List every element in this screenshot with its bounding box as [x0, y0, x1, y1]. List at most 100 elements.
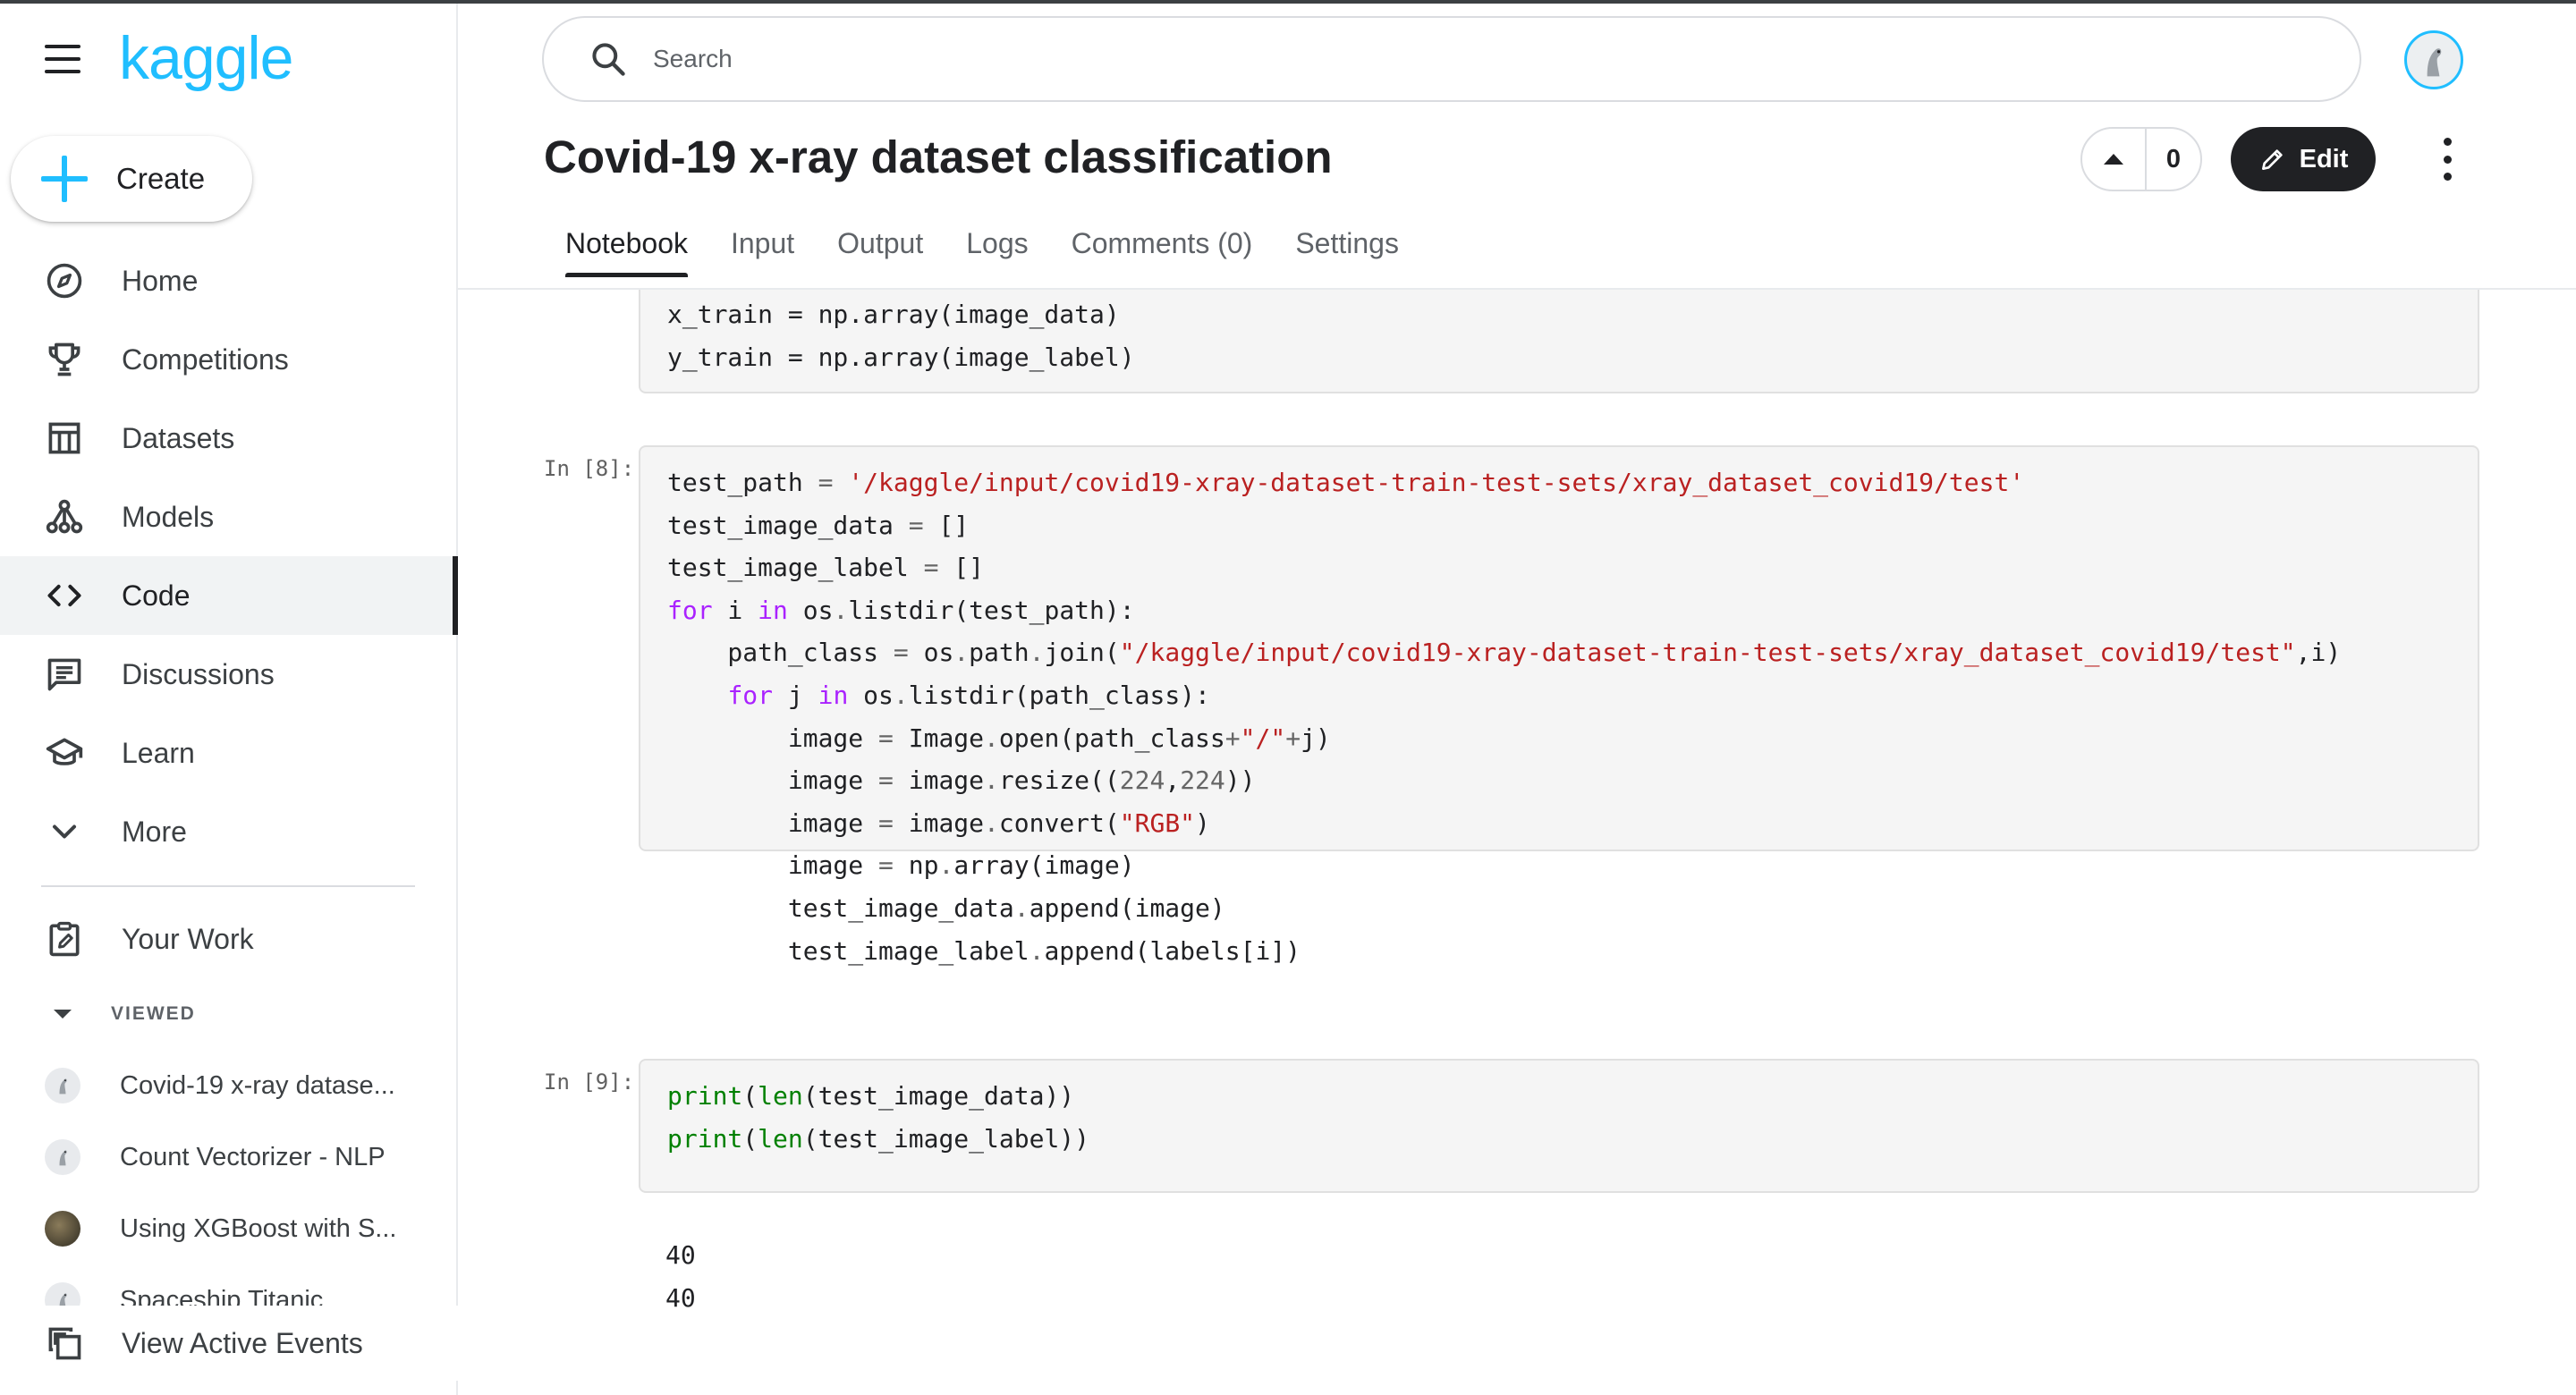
- code-line: test_image_data = []: [667, 510, 970, 540]
- sidebar-item-label: Learn: [122, 736, 195, 769]
- chevron-down-icon: [45, 812, 84, 851]
- cell-output: 40 40: [665, 1234, 696, 1320]
- upvote-button[interactable]: [2082, 129, 2147, 190]
- code-line: y_train = np.array(image_label): [667, 342, 1135, 372]
- more-options-icon[interactable]: [2429, 138, 2465, 181]
- sidebar-item-label: Home: [122, 264, 199, 297]
- code-block: test_path = '/kaggle/input/covid19-xray-…: [667, 461, 2478, 972]
- sidebar: kaggle Create Home Competitions Datasets…: [0, 0, 458, 1395]
- trophy-icon: [45, 340, 84, 379]
- menu-icon[interactable]: [45, 45, 80, 73]
- goose-avatar-icon: [45, 1068, 80, 1103]
- code-cell[interactable]: x_train = np.array(image_data) y_train =…: [639, 290, 2479, 393]
- sidebar-item-label: Discussions: [122, 657, 275, 690]
- recent-item-label: Spaceship Titanic: [120, 1285, 324, 1306]
- view-active-events[interactable]: View Active Events: [0, 1306, 458, 1381]
- goose-avatar-icon: [45, 1139, 80, 1175]
- upvote-widget: 0: [2080, 127, 2202, 191]
- code-line: test_image_label.append(labels[i]): [667, 935, 1301, 966]
- recent-item-label: Covid-19 x-ray datase...: [120, 1070, 395, 1100]
- tab-logs[interactable]: Logs: [945, 211, 1049, 275]
- notebook-thumbnail-icon: [45, 1211, 80, 1247]
- edit-label: Edit: [2299, 144, 2349, 173]
- sidebar-item-label: More: [122, 815, 187, 848]
- tab-notebook[interactable]: Notebook: [544, 211, 709, 277]
- recent-item[interactable]: Covid-19 x-ray datase...: [0, 1050, 458, 1121]
- code-line: print(len(test_image_label)): [667, 1123, 1090, 1154]
- sidebar-divider: [41, 885, 415, 887]
- page-title: Covid-19 x-ray dataset classification: [544, 131, 1333, 182]
- code-line: test_path = '/kaggle/input/covid19-xray-…: [667, 468, 2025, 497]
- table-icon: [45, 418, 84, 458]
- cell-prompt: In [8]:: [544, 456, 635, 481]
- recent-item-label: Count Vectorizer - NLP: [120, 1142, 386, 1171]
- code-line: test_image_label = []: [667, 553, 985, 583]
- clipboard-edit-icon: [45, 919, 84, 959]
- code-cell[interactable]: print(len(test_image_data)) print(len(te…: [639, 1059, 2479, 1193]
- sidebar-item-models[interactable]: Models: [0, 478, 458, 556]
- graduation-cap-icon: [45, 733, 84, 773]
- sidebar-your-work: Your Work: [0, 900, 458, 978]
- code-line: path_class = os.path.join("/kaggle/input…: [667, 638, 2342, 668]
- models-icon: [45, 497, 84, 537]
- cell-prompt: In [9]:: [544, 1070, 635, 1095]
- sidebar-item-more[interactable]: More: [0, 792, 458, 871]
- plus-icon: [41, 156, 88, 202]
- caret-up-icon: [2104, 154, 2123, 165]
- search-input[interactable]: Search: [542, 16, 2361, 102]
- sidebar-item-label: Datasets: [122, 421, 235, 454]
- sidebar-item-label: Competitions: [122, 342, 289, 376]
- sidebar-item-home[interactable]: Home: [0, 241, 458, 320]
- view-active-events-label: View Active Events: [122, 1326, 363, 1359]
- sidebar-item-label: Models: [122, 500, 215, 533]
- goose-avatar-icon: [45, 1282, 80, 1306]
- viewed-section-toggle[interactable]: VIEWED: [0, 993, 196, 1036]
- code-block: print(len(test_image_data)) print(len(te…: [667, 1075, 2478, 1160]
- code-line: for i in os.listdir(test_path):: [667, 595, 1135, 625]
- sidebar-item-label: Code: [122, 579, 191, 612]
- sidebar-item-label: Your Work: [122, 922, 254, 955]
- avatar[interactable]: [2404, 30, 2463, 89]
- create-button[interactable]: Create: [11, 136, 252, 222]
- copy-icon: [45, 1323, 84, 1363]
- code-line: print(len(test_image_data)): [667, 1081, 1075, 1111]
- comments-icon: [45, 655, 84, 694]
- recent-item[interactable]: Spaceship Titanic: [0, 1264, 458, 1306]
- viewed-heading: VIEWED: [111, 1003, 196, 1024]
- code-line: image = Image.open(path_class+"/"+j): [667, 723, 1331, 753]
- code-line: image = image.convert("RGB"): [667, 807, 1210, 838]
- tab-output[interactable]: Output: [816, 211, 945, 275]
- kaggle-logo[interactable]: kaggle: [119, 23, 293, 93]
- output-line: 40: [665, 1240, 696, 1270]
- code-line: image = image.resize((224,224)): [667, 765, 1256, 796]
- sidebar-item-code[interactable]: Code: [0, 556, 458, 635]
- tab-settings[interactable]: Settings: [1274, 211, 1420, 275]
- sidebar-item-discussions[interactable]: Discussions: [0, 635, 458, 714]
- search-placeholder: Search: [653, 45, 733, 72]
- code-icon: [45, 576, 84, 615]
- output-line: 40: [665, 1283, 696, 1313]
- code-line: for j in os.listdir(path_class):: [727, 680, 1210, 710]
- recent-item-label: Using XGBoost with S...: [120, 1213, 397, 1243]
- vote-count: 0: [2165, 144, 2182, 173]
- code-cell[interactable]: test_path = '/kaggle/input/covid19-xray-…: [639, 445, 2479, 966]
- search-icon: [592, 43, 625, 76]
- sidebar-item-datasets[interactable]: Datasets: [0, 399, 458, 478]
- tab-input[interactable]: Input: [709, 211, 816, 275]
- code-line: image = np.array(image): [667, 850, 1135, 881]
- sidebar-item-competitions[interactable]: Competitions: [0, 320, 458, 399]
- tab-comments[interactable]: Comments (0): [1050, 211, 1275, 275]
- sidebar-item-learn[interactable]: Learn: [0, 714, 458, 792]
- sidebar-item-your-work[interactable]: Your Work: [0, 900, 458, 978]
- recently-viewed-list: Covid-19 x-ray datase... Count Vectorize…: [0, 1050, 458, 1306]
- notebook-tabs: Notebook Input Output Logs Comments (0) …: [544, 211, 1420, 290]
- recent-item[interactable]: Count Vectorizer - NLP: [0, 1121, 458, 1193]
- recent-item[interactable]: Using XGBoost with S...: [0, 1193, 458, 1264]
- compass-icon: [45, 261, 84, 300]
- sidebar-nav: Home Competitions Datasets Models Code D…: [0, 241, 458, 871]
- goose-avatar-icon: [2427, 48, 2442, 77]
- edit-button[interactable]: Edit: [2231, 127, 2376, 191]
- code-line: x_train = np.array(image_data): [667, 300, 1120, 329]
- kaggle-app: kaggle Create Home Competitions Datasets…: [0, 0, 2576, 1395]
- caret-down-icon: [54, 1010, 72, 1019]
